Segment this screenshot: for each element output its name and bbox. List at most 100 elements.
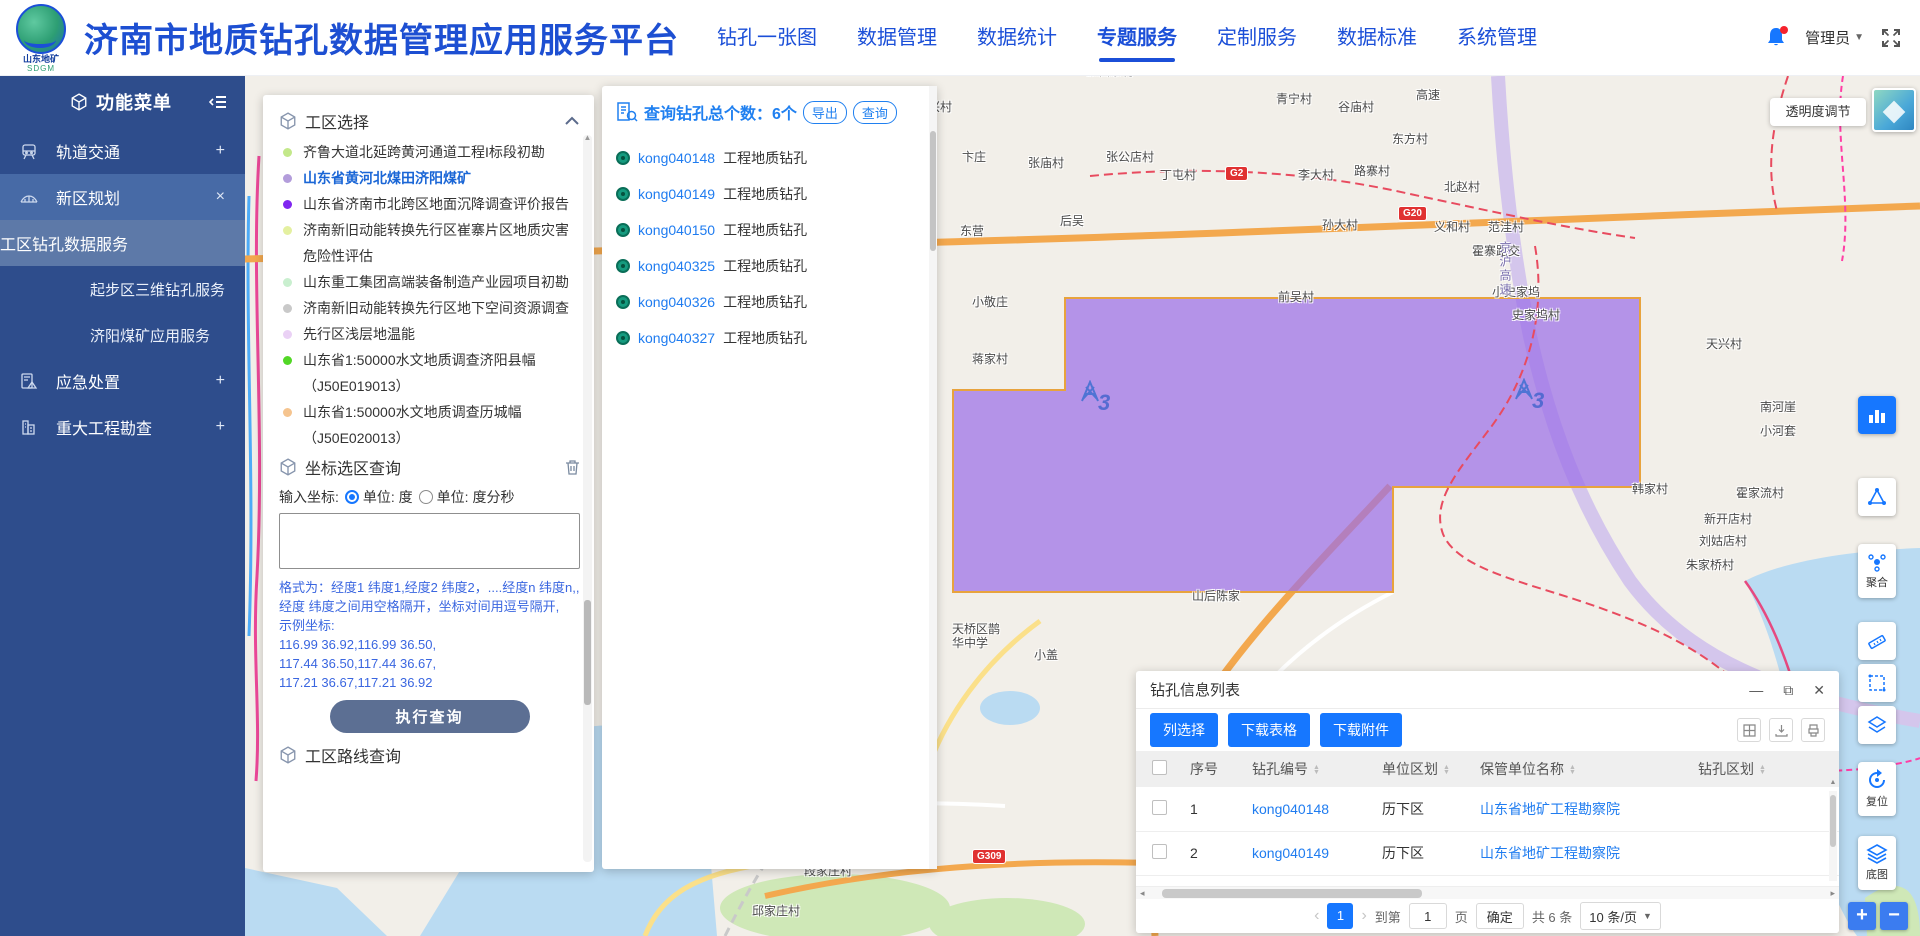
next-page-button[interactable]: › <box>1361 907 1366 925</box>
sidebar-item-应急处置[interactable]: 应急处置+ <box>0 358 245 404</box>
minimize-icon[interactable]: — <box>1749 683 1763 697</box>
nav-item-钻孔一张图[interactable]: 钻孔一张图 <box>717 0 817 76</box>
measure-button[interactable] <box>1858 622 1896 660</box>
goto-page-input[interactable] <box>1409 903 1447 929</box>
drill-id-link[interactable]: kong040148 <box>638 150 715 166</box>
result-item[interactable]: kong040150工程地质钻孔 <box>616 212 927 248</box>
sidebar-item-重大工程勘查[interactable]: 重大工程勘查+ <box>0 404 245 450</box>
sidebar-item-起步区三维钻孔服务[interactable]: 起步区三维钻孔服务 <box>0 266 245 312</box>
map-place-label: 义和村 <box>1434 220 1470 234</box>
project-item[interactable]: 先行区浅层地温能 <box>279 321 580 347</box>
chevron-up-icon[interactable] <box>564 116 580 126</box>
cell-value[interactable]: 山东省地矿工程勘察院 <box>1480 801 1620 817</box>
row-checkbox[interactable] <box>1152 800 1167 815</box>
table-horizontal-scrollbar[interactable]: ◂▸ <box>1136 886 1839 899</box>
column-select-button[interactable]: 列选择 <box>1150 713 1218 747</box>
drill-cluster-marker[interactable]: 3 <box>1078 380 1124 420</box>
cell-value[interactable]: 山东省地矿工程勘察院 <box>1480 845 1620 861</box>
notification-bell-icon[interactable] <box>1765 26 1789 50</box>
result-item[interactable]: kong040325工程地质钻孔 <box>616 248 927 284</box>
collapse-x-icon[interactable]: × <box>216 188 225 206</box>
page-size-select[interactable]: 10 条/页 ▼ <box>1580 902 1661 930</box>
unit-dms-radio[interactable]: 单位: 度分秒 <box>419 487 515 507</box>
page-number-button[interactable]: 1 <box>1327 903 1353 929</box>
cell-value[interactable]: kong040149 <box>1252 845 1329 861</box>
sidebar-item-济阳煤矿应用服务[interactable]: 济阳煤矿应用服务 <box>0 312 245 358</box>
statistics-chart-button[interactable] <box>1858 396 1896 434</box>
result-item[interactable]: kong040149工程地质钻孔 <box>616 176 927 212</box>
project-item[interactable]: 齐鲁大道北延跨黄河通道工程I标段初勘 <box>279 139 580 165</box>
results-scrollbar[interactable] <box>929 86 937 869</box>
sort-icon[interactable]: ▲▼ <box>1313 765 1320 775</box>
expand-plus-icon[interactable]: + <box>216 372 225 390</box>
select-all-checkbox[interactable] <box>1152 760 1167 775</box>
sidebar-item-工区钻孔数据服务[interactable]: 工区钻孔数据服务 <box>0 220 245 266</box>
download-attachments-button[interactable]: 下载附件 <box>1320 713 1402 747</box>
print-icon[interactable] <box>1801 718 1825 742</box>
work-panel-scrollbar[interactable]: ▲ <box>583 135 592 862</box>
result-item[interactable]: kong040148工程地质钻孔 <box>616 140 927 176</box>
column-header-保管单位名称[interactable]: 保管单位名称▲▼ <box>1472 751 1690 787</box>
nav-item-数据统计[interactable]: 数据统计 <box>977 0 1057 76</box>
drill-id-link[interactable]: kong040326 <box>638 294 715 310</box>
nav-item-数据管理[interactable]: 数据管理 <box>857 0 937 76</box>
expand-plus-icon[interactable]: + <box>216 142 225 160</box>
table-vertical-scrollbar[interactable]: ▲▼ <box>1829 791 1837 881</box>
cluster-button[interactable]: 聚合 <box>1858 544 1896 598</box>
nav-item-数据标准[interactable]: 数据标准 <box>1337 0 1417 76</box>
result-item[interactable]: kong040326工程地质钻孔 <box>616 284 927 320</box>
grid-icon[interactable] <box>1737 718 1761 742</box>
layers-button[interactable] <box>1858 706 1896 744</box>
drill-id-link[interactable]: kong040149 <box>638 186 715 202</box>
trash-icon[interactable] <box>565 459 580 475</box>
drill-cluster-marker[interactable]: 3 <box>1512 378 1558 418</box>
basemap-thumbnail[interactable] <box>1872 88 1916 132</box>
column-header-单位区划[interactable]: 单位区划▲▼ <box>1374 751 1472 787</box>
project-item[interactable]: 山东重工集团高端装备制造产业园项目初勘 <box>279 269 580 295</box>
coordinates-textarea[interactable] <box>279 513 580 569</box>
zoom-in-button[interactable]: + <box>1848 902 1876 930</box>
nav-item-定制服务[interactable]: 定制服务 <box>1217 0 1297 76</box>
user-menu[interactable]: 管理员 ▼ <box>1805 27 1864 48</box>
fullscreen-icon[interactable] <box>1880 27 1902 49</box>
project-item[interactable]: 济南新旧动能转换先行区崔寨片区地质灾害危险性评估 <box>279 217 580 269</box>
cell-value[interactable]: kong040148 <box>1252 801 1329 817</box>
sidebar-item-轨道交通[interactable]: 轨道交通+ <box>0 128 245 174</box>
unit-degree-radio[interactable]: 单位: 度 <box>345 487 413 507</box>
drill-id-link[interactable]: kong040150 <box>638 222 715 238</box>
project-item[interactable]: 山东省济南市北跨区地面沉降调查评价报告 <box>279 191 580 217</box>
column-header-钻孔区划[interactable]: 钻孔区划▲▼ <box>1690 751 1839 787</box>
row-checkbox[interactable] <box>1152 844 1167 859</box>
project-item[interactable]: 济南新旧动能转换先行区地下空间资源调查 <box>279 295 580 321</box>
sort-icon[interactable]: ▲▼ <box>1759 765 1766 775</box>
nav-item-专题服务[interactable]: 专题服务 <box>1097 0 1177 76</box>
export-button[interactable]: 导出 <box>803 101 847 124</box>
transparency-button[interactable]: 透明度调节 <box>1770 98 1866 126</box>
sort-icon[interactable]: ▲▼ <box>1443 765 1450 775</box>
draw-polygon-button[interactable] <box>1858 478 1896 516</box>
query-button[interactable]: 查询 <box>853 101 897 124</box>
column-header-钻孔编号[interactable]: 钻孔编号▲▼ <box>1244 751 1374 787</box>
sidebar-item-新区规划[interactable]: 新区规划× <box>0 174 245 220</box>
project-item[interactable]: 山东省1:50000水文地质调查济阳县幅（J50E019013） <box>279 347 580 399</box>
project-item[interactable]: 山东省黄河北煤田济阳煤矿 <box>279 165 580 191</box>
expand-plus-icon[interactable]: + <box>216 418 225 436</box>
sort-icon[interactable]: ▲▼ <box>1569 765 1576 775</box>
nav-item-系统管理[interactable]: 系统管理 <box>1457 0 1537 76</box>
execute-query-button[interactable]: 执行查询 <box>330 700 530 733</box>
result-item[interactable]: kong040327工程地质钻孔 <box>616 320 927 356</box>
project-item[interactable]: 山东省1:50000水文地质调查历城幅（J50E020013） <box>279 399 580 451</box>
close-icon[interactable]: ✕ <box>1813 683 1825 697</box>
zoom-out-button[interactable]: − <box>1880 902 1908 930</box>
menu-collapse-icon[interactable] <box>209 94 227 110</box>
prev-page-button[interactable]: ‹ <box>1314 907 1319 925</box>
maximize-icon[interactable]: ⧉ <box>1783 683 1793 697</box>
export-icon[interactable] <box>1769 718 1793 742</box>
basemap-button[interactable]: 底图 <box>1858 836 1896 890</box>
reset-view-button[interactable]: 复位 <box>1858 762 1896 816</box>
download-table-button[interactable]: 下载表格 <box>1228 713 1310 747</box>
confirm-page-button[interactable]: 确定 <box>1476 903 1524 929</box>
select-area-button[interactable] <box>1858 664 1896 702</box>
drill-id-link[interactable]: kong040327 <box>638 330 715 346</box>
drill-id-link[interactable]: kong040325 <box>638 258 715 274</box>
